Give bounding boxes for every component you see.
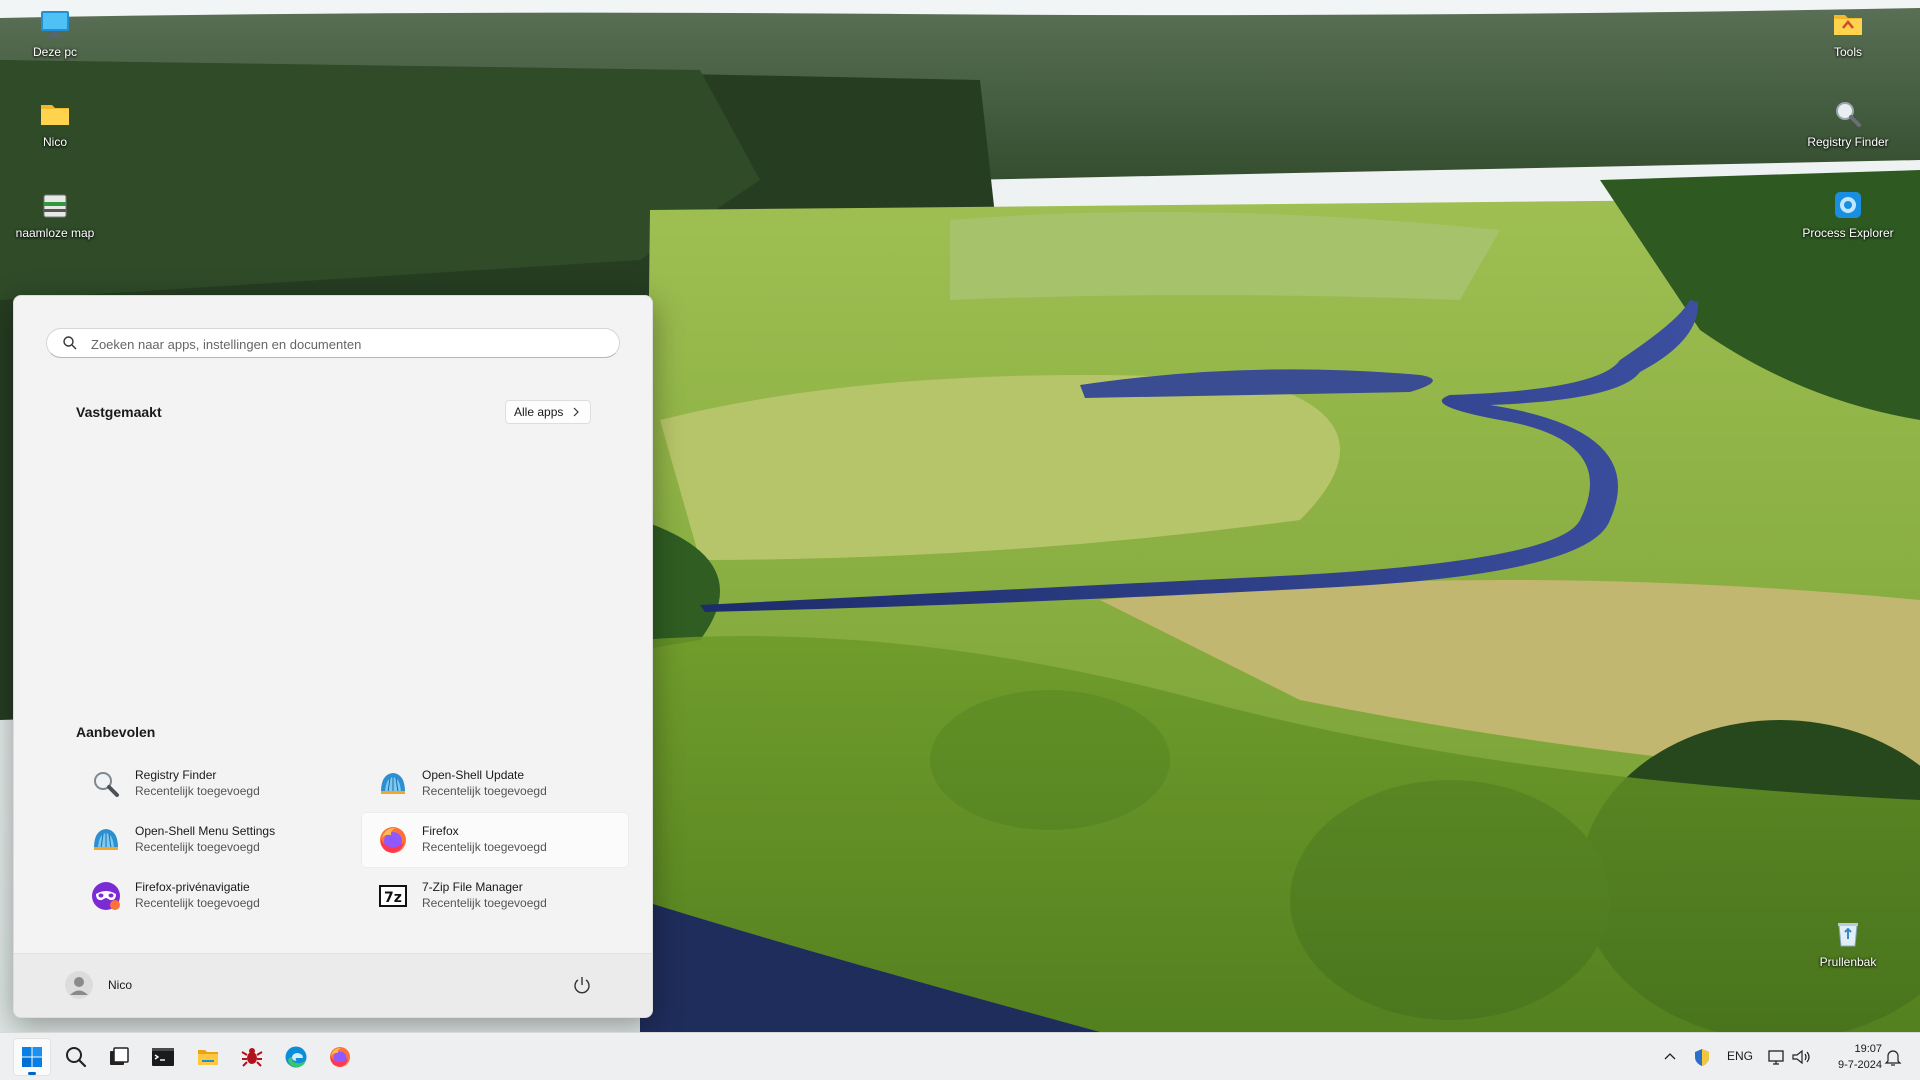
recommended-item-subtitle: Recentelijk toegevoegd: [135, 784, 260, 798]
pinned-title: Vastgemaakt: [76, 404, 162, 420]
clock-date: 9-7-2024: [1837, 1059, 1882, 1071]
recommended-item-name: Firefox: [422, 824, 459, 838]
recommended-item-name: Firefox-privénavigatie: [135, 880, 250, 894]
folder-tools-icon: [1830, 6, 1866, 42]
user-name: Nico: [108, 978, 133, 992]
desktop-icon-process-explorer[interactable]: Process Explorer: [1800, 187, 1896, 240]
search-icon: [63, 336, 77, 350]
desktop-icon-registry-finder[interactable]: Registry Finder: [1800, 96, 1896, 149]
shell-icon: [377, 768, 409, 800]
magnifier-icon: [1830, 96, 1866, 132]
recommended-item-subtitle: Recentelijk toegevoegd: [422, 896, 547, 910]
recommended-item-subtitle: Recentelijk toegevoegd: [422, 784, 547, 798]
bell-icon: [1884, 1050, 1902, 1066]
recommended-item-name: Open-Shell Update: [422, 768, 525, 782]
desktop-icon-tools[interactable]: Tools: [1800, 6, 1896, 59]
desktop-icon-label: Nico: [42, 135, 67, 149]
taskbar-app-terminal[interactable]: [144, 1038, 182, 1076]
desktop-icon-label: Prullenbak: [1819, 955, 1877, 969]
recommended-item-7zip[interactable]: 7z 7-Zip File Manager Recentelijk toegev…: [361, 868, 629, 924]
network-icon: [1768, 1050, 1784, 1065]
taskbar-search-button[interactable]: [57, 1038, 95, 1076]
recommended-item-subtitle: Recentelijk toegevoegd: [135, 896, 260, 910]
language-indicator[interactable]: ENG: [1727, 1049, 1753, 1073]
desktop-icon-nico[interactable]: Nico: [7, 96, 103, 149]
recommended-title: Aanbevolen: [76, 724, 156, 740]
process-explorer-icon: [1830, 187, 1866, 223]
taskbar-app-edge[interactable]: [277, 1038, 315, 1076]
shell-icon: [90, 824, 122, 856]
recommended-item-open-shell-update[interactable]: Open-Shell Update Recentelijk toegevoegd: [361, 756, 629, 812]
recommended-item-name: Open-Shell Menu Settings: [135, 824, 276, 838]
firefox-private-icon: [90, 880, 122, 912]
start-search-box[interactable]: [46, 328, 620, 358]
chevron-right-icon: [573, 407, 579, 417]
taskbar-app-firefox[interactable]: [321, 1038, 359, 1076]
volume-button[interactable]: [1790, 1045, 1812, 1069]
cabinet-icon: [37, 187, 73, 223]
firefox-icon: [330, 1047, 350, 1067]
start-button[interactable]: [13, 1038, 51, 1076]
taskbar-app-bug[interactable]: [233, 1038, 271, 1076]
edge-icon: [285, 1046, 307, 1068]
desktop-icon-label: naamloze map: [15, 226, 95, 240]
recommended-item-open-shell-menu-settings[interactable]: Open-Shell Menu Settings Recentelijk toe…: [74, 812, 342, 868]
user-account-button[interactable]: Nico: [64, 968, 244, 1002]
recycle-bin-icon: [1830, 916, 1866, 952]
recommended-item-name: 7-Zip File Manager: [422, 880, 523, 894]
avatar: [64, 970, 94, 1000]
recommended-item-firefox[interactable]: Firefox Recentelijk toegevoegd: [361, 812, 629, 868]
notifications-button[interactable]: [1882, 1045, 1904, 1069]
power-button[interactable]: [569, 972, 595, 998]
all-apps-button[interactable]: Alle apps: [505, 400, 591, 424]
security-shield-icon: [1695, 1049, 1709, 1066]
monitor-icon: [37, 6, 73, 42]
clock-time: 19:07: [1854, 1043, 1882, 1055]
desktop-icon-deze-pc[interactable]: Deze pc: [7, 6, 103, 59]
file-explorer-icon: [198, 1050, 218, 1065]
show-hidden-icons-button[interactable]: [1660, 1045, 1680, 1069]
chevron-up-icon: [1664, 1053, 1676, 1060]
desktop-icon-naamloze-map[interactable]: naamloze map: [7, 187, 103, 240]
recommended-item-subtitle: Recentelijk toegevoegd: [422, 840, 547, 854]
folder-icon: [37, 96, 73, 132]
power-icon: [574, 977, 590, 994]
recommended-item-subtitle: Recentelijk toegevoegd: [135, 840, 260, 854]
taskbar-app-file-explorer[interactable]: [189, 1038, 227, 1076]
tray-defender-button[interactable]: [1691, 1045, 1713, 1069]
recommended-item-firefox-private[interactable]: Firefox-privénavigatie Recentelijk toege…: [74, 868, 342, 924]
task-view-button[interactable]: [100, 1038, 138, 1076]
volume-icon: [1792, 1049, 1810, 1065]
start-menu-footer: Nico: [14, 953, 652, 1017]
start-search-input[interactable]: [89, 333, 603, 355]
taskbar: ENG 19:07 9-7-2024: [0, 1032, 1920, 1080]
windows-start-icon: [22, 1047, 42, 1067]
clock[interactable]: 19:07 9-7-2024: [1812, 1041, 1882, 1073]
7zip-icon: 7z: [377, 880, 409, 912]
network-button[interactable]: [1766, 1045, 1788, 1069]
desktop-icon-label: Deze pc: [32, 45, 78, 59]
search-icon: [66, 1047, 87, 1068]
task-view-icon: [110, 1047, 129, 1065]
recommended-item-name: Registry Finder: [135, 768, 217, 782]
desktop-icon-label: Registry Finder: [1807, 135, 1889, 149]
desktop-icon-label: Process Explorer: [1802, 226, 1894, 240]
desktop-icon-prullenbak[interactable]: Prullenbak: [1800, 916, 1896, 969]
terminal-icon: [152, 1048, 174, 1066]
start-menu: Vastgemaakt Alle apps Aanbevolen Registr…: [13, 295, 653, 1018]
all-apps-label: Alle apps: [514, 405, 564, 419]
bug-app-icon: [241, 1048, 263, 1067]
svg-text:7z: 7z: [384, 890, 402, 906]
desktop-icon-label: Tools: [1833, 45, 1862, 59]
firefox-icon: [377, 824, 409, 856]
magnifier-icon: [90, 768, 122, 800]
recommended-item-registry-finder[interactable]: Registry Finder Recentelijk toegevoegd: [74, 756, 342, 812]
